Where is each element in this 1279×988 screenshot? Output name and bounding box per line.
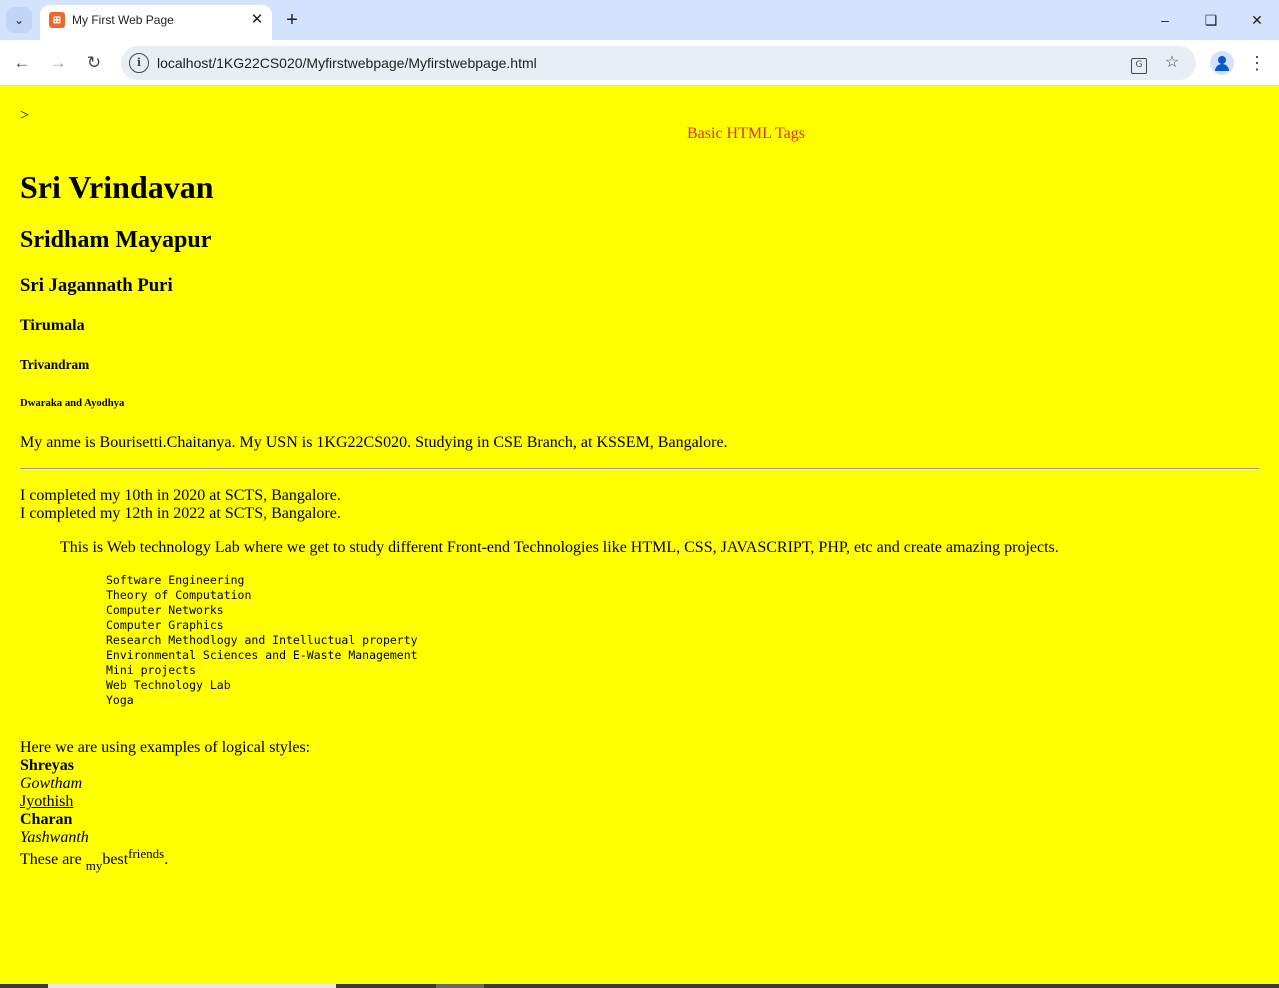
- taskbar-edge: [0, 984, 1279, 988]
- tab-title: My First Web Page: [72, 13, 174, 27]
- tab-search-button[interactable]: ⌄: [6, 7, 32, 33]
- address-bar[interactable]: i localhost/1KG22CS020/Myfirstwebpage/My…: [121, 46, 1196, 80]
- education-line-10th: I completed my 10th in 2020 at SCTS, Ban…: [20, 487, 341, 504]
- best-friends-middle: best: [102, 851, 129, 868]
- bold-name: Shreyas: [20, 757, 74, 774]
- heading-4: Tirumala: [20, 317, 85, 334]
- subject-item: Research Methodlogy and Intelluctual pro…: [106, 633, 418, 647]
- url-text[interactable]: localhost/1KG22CS020/Myfirstwebpage/Myfi…: [157, 55, 537, 71]
- profile-avatar-icon[interactable]: [1210, 51, 1234, 75]
- tab-strip: ⌄ ⊞ My First Web Page ✕ + – ❏ ✕: [0, 0, 1279, 40]
- stray-text: >: [20, 107, 30, 124]
- forward-icon[interactable]: →: [45, 50, 71, 76]
- page-content: > Basic HTML Tags Sri Vrindavan Sridham …: [0, 87, 1279, 984]
- tab-active[interactable]: ⊞ My First Web Page ✕: [40, 5, 272, 40]
- restore-icon[interactable]: ❏: [1196, 8, 1226, 32]
- subject-item: Mini projects: [106, 663, 197, 677]
- more-menu-icon[interactable]: ⋮: [1247, 50, 1267, 76]
- best-friends-before: These are: [20, 851, 86, 868]
- intro-paragraph: My anme is Bourisetti.Chaitanya. My USN …: [20, 434, 728, 451]
- subject-item: Web Technology Lab: [106, 678, 231, 692]
- bold-name: Charan: [20, 811, 73, 828]
- superscript-text: friends: [128, 846, 165, 861]
- bookmark-star-icon[interactable]: ☆: [1161, 52, 1183, 74]
- italic-name: Gowtham: [20, 775, 83, 792]
- subjects-preformatted: Software Engineering Theory of Computati…: [106, 573, 418, 708]
- subject-item: Theory of Computation: [106, 588, 252, 602]
- subject-item: Yoga: [106, 693, 134, 707]
- subscript-text: my: [85, 858, 103, 873]
- subject-item: Environmental Sciences and E-Waste Manag…: [106, 648, 418, 662]
- xampp-favicon-icon: ⊞: [49, 12, 65, 28]
- logical-styles-intro: Here we are using examples of logical st…: [20, 739, 311, 756]
- heading-3: Sri Jagannath Puri: [20, 275, 173, 296]
- new-tab-button[interactable]: +: [281, 9, 303, 31]
- subject-item: Computer Networks: [106, 603, 224, 617]
- subject-item: Computer Graphics: [106, 618, 224, 632]
- best-friends-after: .: [164, 851, 169, 868]
- browser-toolbar: ← → ↻ i localhost/1KG22CS020/Myfirstwebp…: [0, 40, 1279, 86]
- chevron-down-icon: ⌄: [13, 13, 25, 27]
- heading-5: Trivandram: [20, 357, 90, 372]
- back-icon[interactable]: ←: [9, 50, 35, 76]
- blockquote: This is Web technology Lab where we get …: [60, 539, 1059, 556]
- education-line-12th: I completed my 12th in 2022 at SCTS, Ban…: [20, 505, 341, 522]
- reload-icon[interactable]: ↻: [81, 50, 107, 76]
- heading-6: Dwaraka and Ayodhya: [20, 397, 125, 409]
- translate-icon[interactable]: G: [1128, 52, 1150, 74]
- heading-2: Sridham Mayapur: [20, 227, 212, 253]
- subject-item: Software Engineering: [106, 573, 245, 587]
- italic-name: Yashwanth: [20, 829, 89, 846]
- site-info-icon[interactable]: i: [129, 53, 149, 73]
- marquee-text: Basic HTML Tags: [687, 125, 805, 142]
- horizontal-rule: [20, 468, 1259, 470]
- heading-1: Sri Vrindavan: [20, 169, 214, 205]
- minimize-icon[interactable]: –: [1150, 8, 1180, 32]
- underlined-name: Jyothish: [20, 793, 74, 810]
- best-friends-line: These are mybestfriends.: [20, 846, 169, 873]
- window-close-icon[interactable]: ✕: [1242, 8, 1272, 32]
- close-tab-icon[interactable]: ✕: [247, 10, 267, 30]
